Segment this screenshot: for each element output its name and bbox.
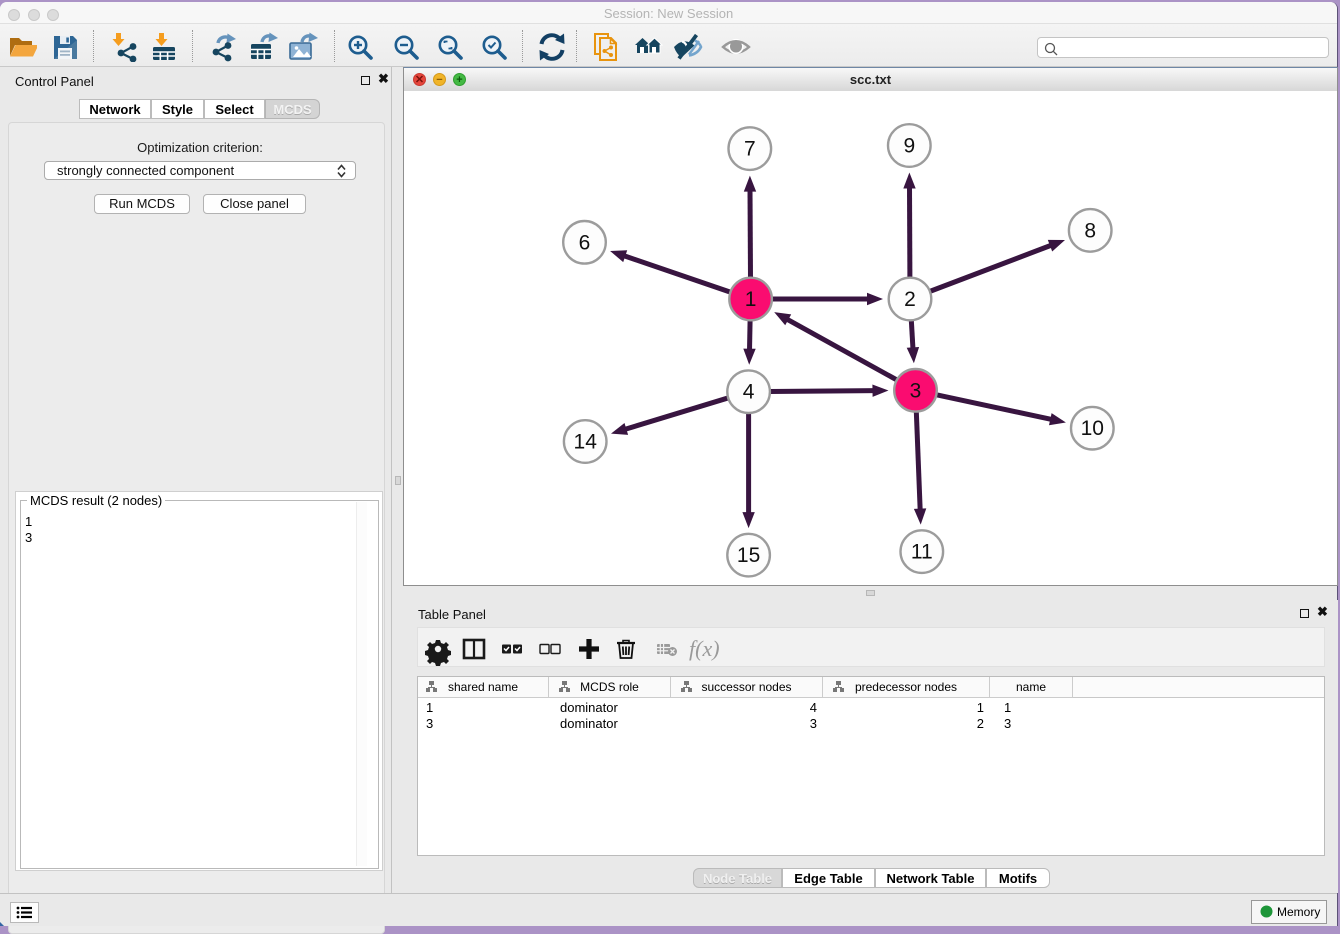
svg-text:9: 9 xyxy=(903,135,915,158)
svg-text:14: 14 xyxy=(574,431,598,454)
svg-text:11: 11 xyxy=(911,541,933,564)
svg-text:3: 3 xyxy=(910,379,922,402)
svg-text:f(x): f(x) xyxy=(689,636,720,661)
svg-text:15: 15 xyxy=(737,544,760,567)
svg-text:10: 10 xyxy=(1081,417,1104,440)
svg-text:1: 1 xyxy=(745,288,757,311)
svg-text:2: 2 xyxy=(904,288,916,311)
svg-text:7: 7 xyxy=(744,138,756,161)
svg-text:6: 6 xyxy=(579,231,591,254)
svg-text:8: 8 xyxy=(1084,219,1096,242)
svg-text:4: 4 xyxy=(743,381,755,404)
